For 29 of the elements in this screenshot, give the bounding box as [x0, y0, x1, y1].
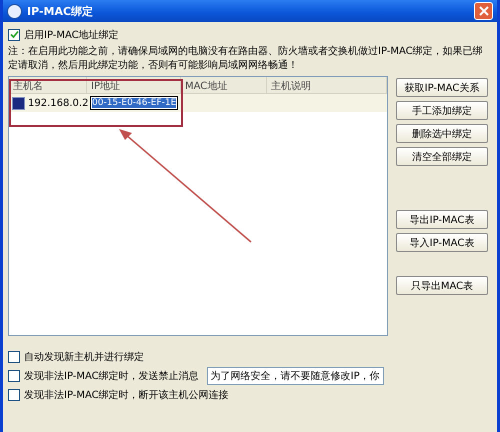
- app-icon: [7, 4, 22, 18]
- action-button[interactable]: 清空全部绑定: [396, 147, 488, 166]
- checkbox[interactable]: [8, 28, 20, 40]
- checkbox[interactable]: [8, 370, 20, 382]
- checkbox-label: 发现非法IP-MAC绑定时，发送禁止消息: [24, 370, 199, 382]
- action-button[interactable]: 导出IP-MAC表: [396, 210, 488, 229]
- action-button[interactable]: 获取IP-MAC关系: [396, 78, 488, 97]
- cell-edit-field[interactable]: 00-15-E0-46-EF-1E: [90, 96, 178, 110]
- column-header[interactable]: MAC地址: [181, 77, 267, 93]
- action-button[interactable]: 只导出MAC表: [396, 276, 488, 295]
- window-title: IP-MAC绑定: [27, 4, 94, 18]
- column-header[interactable]: 主机名: [9, 77, 87, 93]
- action-button[interactable]: 删除选中绑定: [396, 124, 488, 143]
- checkbox-label: 发现非法IP-MAC绑定时，断开该主机公网连接: [24, 388, 229, 402]
- warning-note: 注：在启用此功能之前，请确保局域网的电脑没有在路由器、防火墙或者交换机做过IP-MAC绑定，如果已绑定请取消，然后用此绑定功能，否则有可能影响局域网网络畅通！: [8, 45, 484, 73]
- table-cell: 192.168.0.2: [28, 98, 88, 108]
- action-button[interactable]: 导入IP-MAC表: [396, 233, 488, 252]
- close-icon: [478, 6, 488, 16]
- checkbox[interactable]: [8, 388, 20, 400]
- column-header[interactable]: IP地址: [87, 77, 181, 93]
- computer-icon: [12, 96, 25, 110]
- close-button[interactable]: [474, 2, 493, 20]
- checkbox-label: 启用IP-MAC地址绑定: [24, 28, 119, 42]
- action-button[interactable]: 手工添加绑定: [396, 101, 488, 120]
- column-header[interactable]: 主机说明: [267, 77, 387, 93]
- checkbox-label: 自动发现新主机并进行绑定: [24, 350, 144, 364]
- table-row[interactable]: 192.168.0.2 00-15-E0-46-EF-1E: [9, 94, 387, 112]
- checkbox[interactable]: [8, 350, 20, 362]
- message-field[interactable]: 为了网络安全，请不要随意修改IP，你: [206, 366, 384, 384]
